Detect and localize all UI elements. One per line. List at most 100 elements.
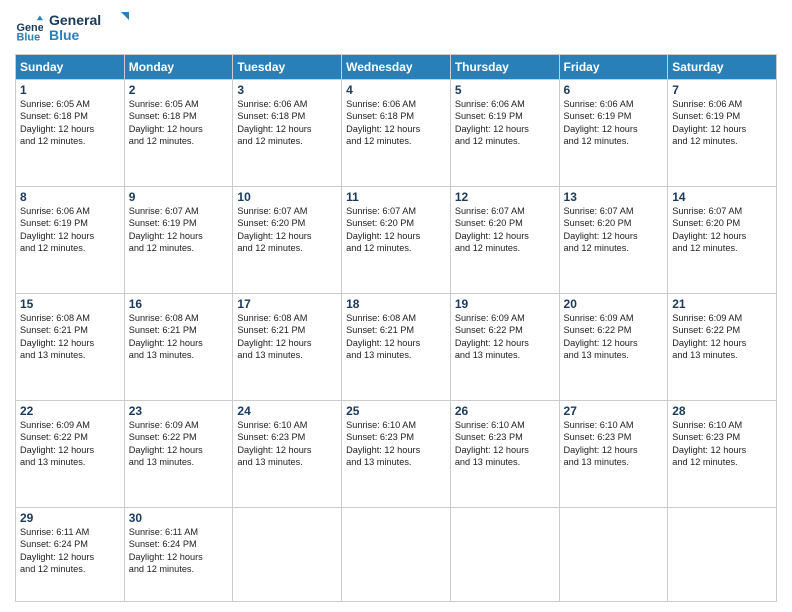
calendar-cell xyxy=(342,508,451,602)
col-thursday: Thursday xyxy=(450,55,559,80)
day-info: Sunrise: 6:05 AMSunset: 6:18 PMDaylight:… xyxy=(129,98,229,148)
day-number: 15 xyxy=(20,297,120,311)
col-tuesday: Tuesday xyxy=(233,55,342,80)
calendar-cell: 26Sunrise: 6:10 AMSunset: 6:23 PMDayligh… xyxy=(450,401,559,508)
day-info: Sunrise: 6:06 AMSunset: 6:18 PMDaylight:… xyxy=(237,98,337,148)
day-number: 2 xyxy=(129,83,229,97)
day-info: Sunrise: 6:08 AMSunset: 6:21 PMDaylight:… xyxy=(20,312,120,362)
calendar-cell: 8Sunrise: 6:06 AMSunset: 6:19 PMDaylight… xyxy=(16,187,125,294)
calendar-cell: 15Sunrise: 6:08 AMSunset: 6:21 PMDayligh… xyxy=(16,294,125,401)
calendar-cell: 17Sunrise: 6:08 AMSunset: 6:21 PMDayligh… xyxy=(233,294,342,401)
week-row-3: 15Sunrise: 6:08 AMSunset: 6:21 PMDayligh… xyxy=(16,294,777,401)
day-number: 30 xyxy=(129,511,229,525)
day-number: 26 xyxy=(455,404,555,418)
calendar-cell: 1Sunrise: 6:05 AMSunset: 6:18 PMDaylight… xyxy=(16,80,125,187)
day-info: Sunrise: 6:11 AMSunset: 6:24 PMDaylight:… xyxy=(129,526,229,576)
day-number: 18 xyxy=(346,297,446,311)
day-number: 13 xyxy=(564,190,664,204)
day-info: Sunrise: 6:09 AMSunset: 6:22 PMDaylight:… xyxy=(455,312,555,362)
calendar-cell: 10Sunrise: 6:07 AMSunset: 6:20 PMDayligh… xyxy=(233,187,342,294)
day-number: 14 xyxy=(672,190,772,204)
calendar-cell: 19Sunrise: 6:09 AMSunset: 6:22 PMDayligh… xyxy=(450,294,559,401)
day-number: 6 xyxy=(564,83,664,97)
logo-svg: General Blue xyxy=(49,10,129,46)
calendar-cell xyxy=(559,508,668,602)
day-info: Sunrise: 6:06 AMSunset: 6:19 PMDaylight:… xyxy=(20,205,120,255)
day-number: 19 xyxy=(455,297,555,311)
day-number: 9 xyxy=(129,190,229,204)
calendar-cell: 30Sunrise: 6:11 AMSunset: 6:24 PMDayligh… xyxy=(124,508,233,602)
day-info: Sunrise: 6:07 AMSunset: 6:20 PMDaylight:… xyxy=(672,205,772,255)
calendar-cell: 5Sunrise: 6:06 AMSunset: 6:19 PMDaylight… xyxy=(450,80,559,187)
calendar-cell: 28Sunrise: 6:10 AMSunset: 6:23 PMDayligh… xyxy=(668,401,777,508)
calendar-cell: 12Sunrise: 6:07 AMSunset: 6:20 PMDayligh… xyxy=(450,187,559,294)
calendar-cell: 29Sunrise: 6:11 AMSunset: 6:24 PMDayligh… xyxy=(16,508,125,602)
svg-text:Blue: Blue xyxy=(49,27,80,43)
day-info: Sunrise: 6:07 AMSunset: 6:20 PMDaylight:… xyxy=(455,205,555,255)
day-info: Sunrise: 6:07 AMSunset: 6:19 PMDaylight:… xyxy=(129,205,229,255)
calendar-cell: 24Sunrise: 6:10 AMSunset: 6:23 PMDayligh… xyxy=(233,401,342,508)
day-info: Sunrise: 6:10 AMSunset: 6:23 PMDaylight:… xyxy=(237,419,337,469)
day-number: 17 xyxy=(237,297,337,311)
header: General Blue General Blue xyxy=(15,10,777,46)
day-number: 5 xyxy=(455,83,555,97)
calendar-cell: 7Sunrise: 6:06 AMSunset: 6:19 PMDaylight… xyxy=(668,80,777,187)
week-row-4: 22Sunrise: 6:09 AMSunset: 6:22 PMDayligh… xyxy=(16,401,777,508)
week-row-2: 8Sunrise: 6:06 AMSunset: 6:19 PMDaylight… xyxy=(16,187,777,294)
day-number: 10 xyxy=(237,190,337,204)
calendar-cell: 9Sunrise: 6:07 AMSunset: 6:19 PMDaylight… xyxy=(124,187,233,294)
svg-text:Blue: Blue xyxy=(17,31,41,42)
calendar-cell: 4Sunrise: 6:06 AMSunset: 6:18 PMDaylight… xyxy=(342,80,451,187)
calendar-cell: 21Sunrise: 6:09 AMSunset: 6:22 PMDayligh… xyxy=(668,294,777,401)
day-number: 4 xyxy=(346,83,446,97)
day-number: 27 xyxy=(564,404,664,418)
day-info: Sunrise: 6:09 AMSunset: 6:22 PMDaylight:… xyxy=(672,312,772,362)
day-info: Sunrise: 6:08 AMSunset: 6:21 PMDaylight:… xyxy=(346,312,446,362)
day-info: Sunrise: 6:09 AMSunset: 6:22 PMDaylight:… xyxy=(20,419,120,469)
calendar-cell xyxy=(450,508,559,602)
day-number: 3 xyxy=(237,83,337,97)
day-info: Sunrise: 6:10 AMSunset: 6:23 PMDaylight:… xyxy=(672,419,772,469)
calendar-cell: 25Sunrise: 6:10 AMSunset: 6:23 PMDayligh… xyxy=(342,401,451,508)
day-number: 21 xyxy=(672,297,772,311)
day-number: 24 xyxy=(237,404,337,418)
calendar-cell: 14Sunrise: 6:07 AMSunset: 6:20 PMDayligh… xyxy=(668,187,777,294)
day-info: Sunrise: 6:10 AMSunset: 6:23 PMDaylight:… xyxy=(455,419,555,469)
col-wednesday: Wednesday xyxy=(342,55,451,80)
day-number: 23 xyxy=(129,404,229,418)
day-number: 12 xyxy=(455,190,555,204)
week-row-5: 29Sunrise: 6:11 AMSunset: 6:24 PMDayligh… xyxy=(16,508,777,602)
calendar-cell: 3Sunrise: 6:06 AMSunset: 6:18 PMDaylight… xyxy=(233,80,342,187)
day-number: 25 xyxy=(346,404,446,418)
day-info: Sunrise: 6:08 AMSunset: 6:21 PMDaylight:… xyxy=(237,312,337,362)
day-info: Sunrise: 6:11 AMSunset: 6:24 PMDaylight:… xyxy=(20,526,120,576)
day-info: Sunrise: 6:06 AMSunset: 6:19 PMDaylight:… xyxy=(455,98,555,148)
day-info: Sunrise: 6:08 AMSunset: 6:21 PMDaylight:… xyxy=(129,312,229,362)
calendar-cell xyxy=(233,508,342,602)
calendar-cell: 13Sunrise: 6:07 AMSunset: 6:20 PMDayligh… xyxy=(559,187,668,294)
day-info: Sunrise: 6:09 AMSunset: 6:22 PMDaylight:… xyxy=(129,419,229,469)
day-info: Sunrise: 6:06 AMSunset: 6:18 PMDaylight:… xyxy=(346,98,446,148)
col-monday: Monday xyxy=(124,55,233,80)
page: General Blue General Blue Sunday Monday … xyxy=(0,0,792,612)
calendar: Sunday Monday Tuesday Wednesday Thursday… xyxy=(15,54,777,602)
svg-text:General: General xyxy=(49,12,101,28)
day-info: Sunrise: 6:05 AMSunset: 6:18 PMDaylight:… xyxy=(20,98,120,148)
day-info: Sunrise: 6:06 AMSunset: 6:19 PMDaylight:… xyxy=(672,98,772,148)
day-info: Sunrise: 6:06 AMSunset: 6:19 PMDaylight:… xyxy=(564,98,664,148)
col-saturday: Saturday xyxy=(668,55,777,80)
day-number: 28 xyxy=(672,404,772,418)
day-info: Sunrise: 6:07 AMSunset: 6:20 PMDaylight:… xyxy=(237,205,337,255)
calendar-cell xyxy=(668,508,777,602)
col-sunday: Sunday xyxy=(16,55,125,80)
day-info: Sunrise: 6:10 AMSunset: 6:23 PMDaylight:… xyxy=(346,419,446,469)
day-number: 8 xyxy=(20,190,120,204)
week-row-1: 1Sunrise: 6:05 AMSunset: 6:18 PMDaylight… xyxy=(16,80,777,187)
calendar-cell: 2Sunrise: 6:05 AMSunset: 6:18 PMDaylight… xyxy=(124,80,233,187)
calendar-cell: 6Sunrise: 6:06 AMSunset: 6:19 PMDaylight… xyxy=(559,80,668,187)
day-number: 11 xyxy=(346,190,446,204)
day-number: 1 xyxy=(20,83,120,97)
day-number: 22 xyxy=(20,404,120,418)
day-number: 29 xyxy=(20,511,120,525)
calendar-cell: 27Sunrise: 6:10 AMSunset: 6:23 PMDayligh… xyxy=(559,401,668,508)
